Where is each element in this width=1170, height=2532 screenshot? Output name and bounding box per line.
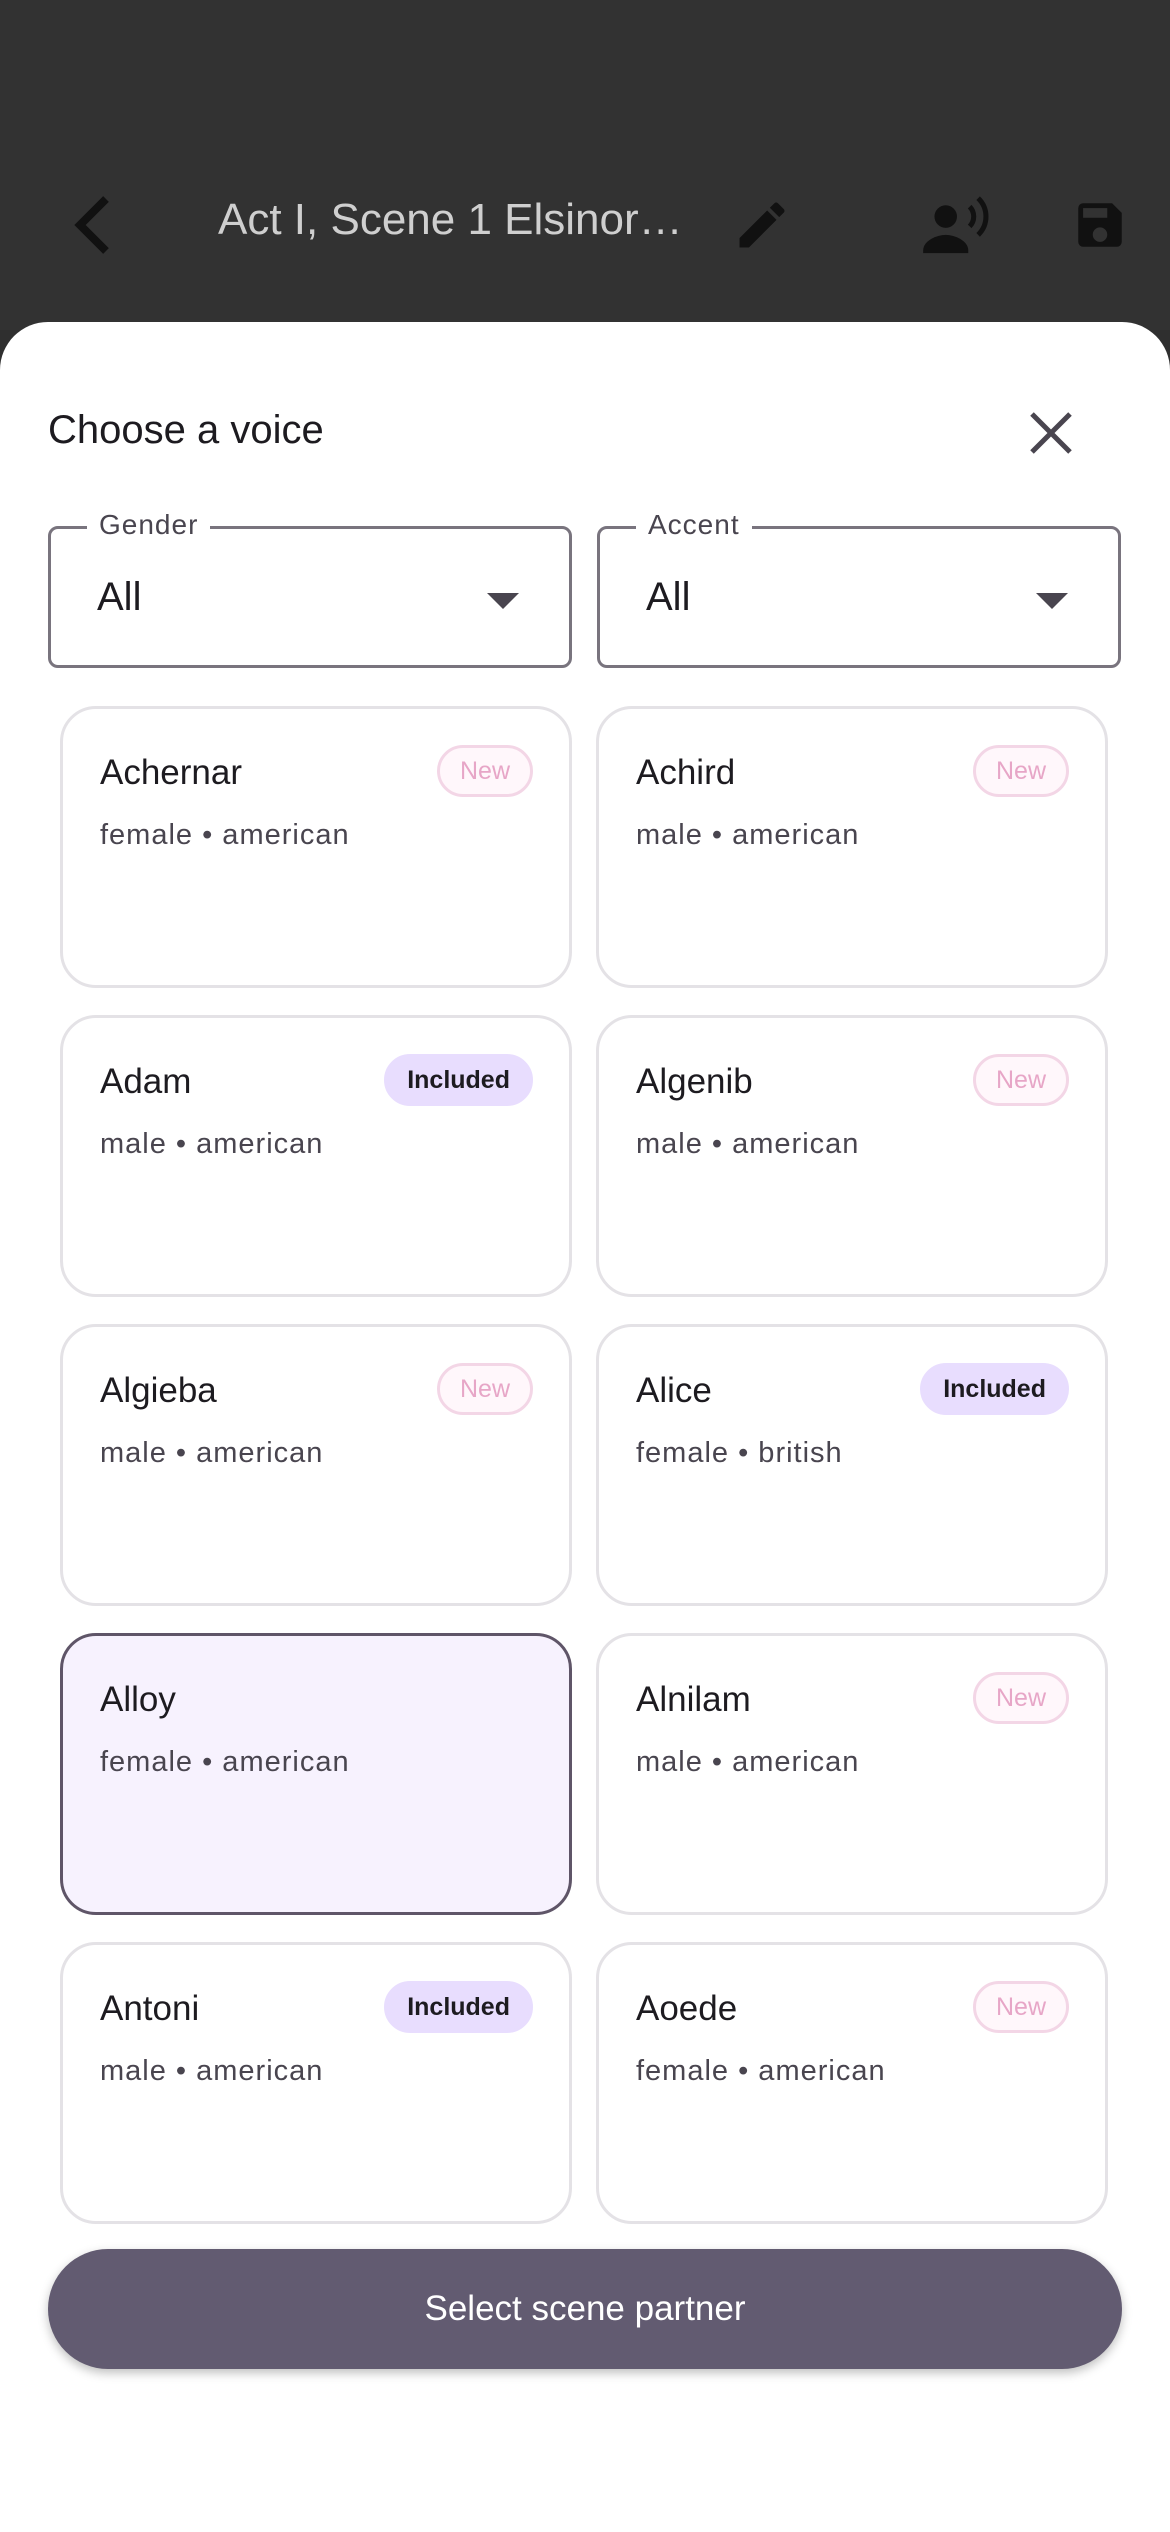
sheet-title: Choose a voice [48,408,324,452]
pencil-icon[interactable] [722,190,802,260]
gender-value: All [97,575,142,619]
voice-card-antoni[interactable]: Antoni male • american Included [60,1942,572,2224]
voice-name: Algenib [636,1062,753,1101]
status-badge: Included [384,1981,533,2033]
status-badge: New [972,1054,1069,1106]
voice-name: Alnilam [636,1680,751,1719]
voice-name: Algieba [100,1371,217,1410]
voice-card-aoede[interactable]: Aoede female • american New [596,1942,1108,2224]
voice-name: Achird [636,753,736,792]
voice-name: Aoede [636,1989,738,2028]
app-bar: Act I, Scene 1 Elsinore. A platform befo… [0,0,1170,330]
accent-dropdown[interactable]: Accent All [597,509,1121,668]
voice-card-achernar[interactable]: Achernar female • american New [60,706,572,988]
save-icon[interactable] [1060,190,1140,260]
voice-over-icon[interactable] [912,190,1002,260]
voice-card-algieba[interactable]: Algieba male • american New [60,1324,572,1606]
voice-name: Antoni [100,1989,200,2028]
voice-meta: male • american [100,2055,324,2087]
status-badge: New [972,1672,1069,1724]
voice-card-achird[interactable]: Achird male • american New [596,706,1108,988]
accent-label: Accent [636,509,752,541]
screen: Act I, Scene 1 Elsinore. A platform befo… [0,0,1170,2532]
back-arrow-icon[interactable] [52,190,132,260]
voice-meta: female • american [100,1746,350,1778]
voice-card-algenib[interactable]: Algenib male • american New [596,1015,1108,1297]
voice-meta: female • american [100,819,350,851]
voice-picker-sheet: Choose a voice Gender All Accent All Ach… [0,322,1170,2532]
voice-card-alnilam[interactable]: Alnilam male • american New [596,1633,1108,1915]
voice-card-adam[interactable]: Adam male • american Included [60,1015,572,1297]
voice-name: Adam [100,1062,192,1101]
select-scene-partner-button[interactable]: Select scene partner [48,2249,1122,2369]
voice-meta: male • american [100,1128,324,1160]
voice-name: Alice [636,1371,712,1410]
voice-meta: male • american [636,819,860,851]
status-badge: Included [384,1054,533,1106]
status-badge: New [436,1363,533,1415]
voice-name: Alloy [100,1680,176,1719]
caret-down-icon [1036,593,1068,609]
voice-card-alloy[interactable]: Alloy female • american [60,1633,572,1915]
gender-dropdown[interactable]: Gender All [48,509,572,668]
close-icon[interactable] [1018,400,1084,466]
voice-meta: male • american [636,1128,860,1160]
status-badge: New [972,745,1069,797]
voice-meta: female • american [636,2055,886,2087]
voice-card-alice[interactable]: Alice female • british Included [596,1324,1108,1606]
status-badge: New [436,745,533,797]
voice-meta: male • american [636,1746,860,1778]
status-badge: Included [920,1363,1069,1415]
status-badge: New [972,1981,1069,2033]
gender-label: Gender [87,509,211,541]
scene-title: Act I, Scene 1 Elsinore. A platform befo… [218,195,688,244]
caret-down-icon [487,593,519,609]
accent-value: All [646,575,691,619]
voice-name: Achernar [100,753,243,792]
voice-meta: female • british [636,1437,843,1469]
voice-meta: male • american [100,1437,324,1469]
